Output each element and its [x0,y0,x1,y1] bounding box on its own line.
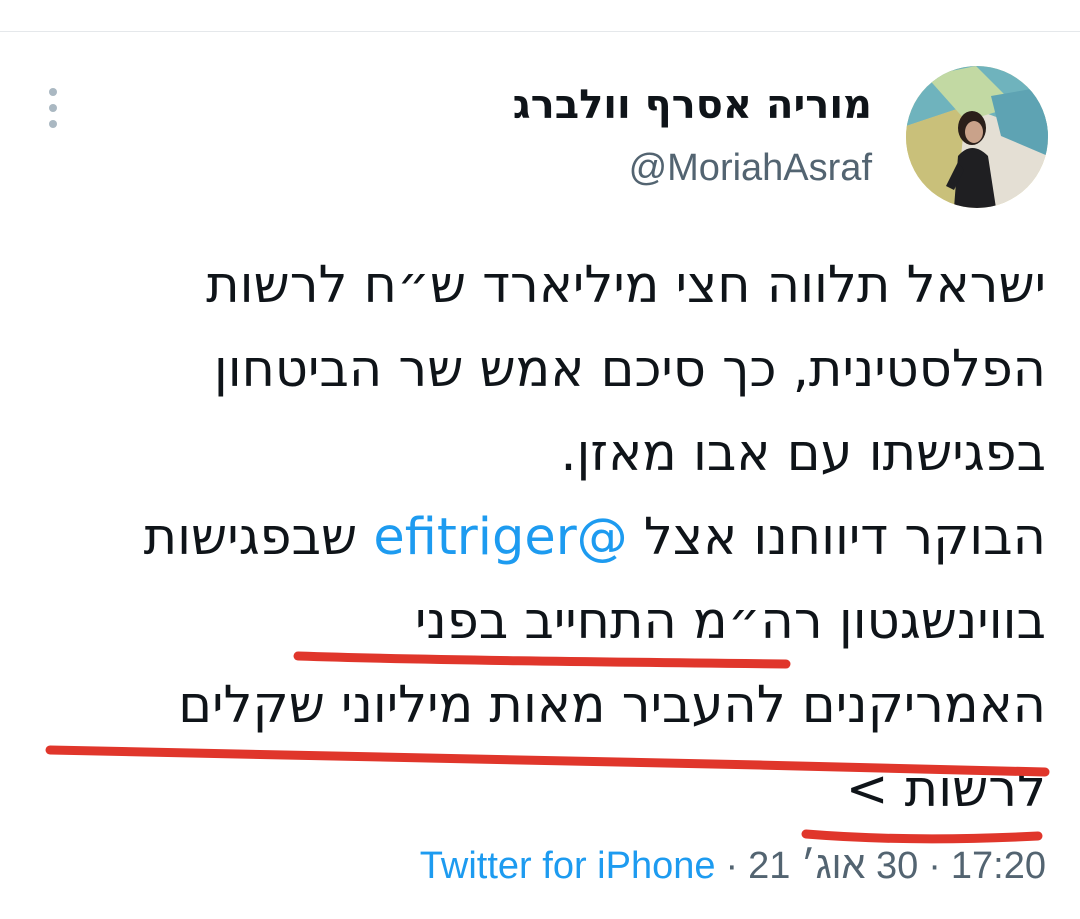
dot [49,120,57,128]
avatar-photo [906,66,1048,208]
tweet-text: ישראל תלווה חצי מיליארד ש״ח לרשות הפלסטי… [36,244,1046,832]
tweet-text-line: לרשות > [36,748,1046,832]
tweet-time[interactable]: 17:20 [951,845,1046,887]
tweet-detail: מוריה אסרף וולברג @MoriahAsraf ישראל תלו… [0,0,1080,919]
tweet-text-segment: הבוקר דיווחנו אצל [643,508,1046,567]
divider [0,31,1080,32]
tweet-metadata: 17:20·30 אוג׳ 21·Twitter for iPhone [420,840,1046,892]
tweet-text-line: הבוקר דיווחנו אצל @efitriger שבפגישות [36,496,1046,580]
tweet-text-segment: לרשות [904,760,1046,819]
tweet-text-line: ישראל תלווה חצי מיליארד ש״ח לרשות [206,256,1046,315]
tweet-date[interactable]: 30 אוג׳ 21 [748,845,918,887]
separator: · [725,845,739,887]
tweet-source-link[interactable]: Twitter for iPhone [420,845,716,887]
avatar[interactable] [906,66,1048,208]
show-more-link[interactable]: > [846,760,889,819]
tweet-text-line: הפלסטינית, כך סיכם אמש שר הביטחון [213,340,1046,399]
dot [49,104,57,112]
author-display-name[interactable]: מוריה אסרף וולברג [513,80,872,130]
dot [49,88,57,96]
mention-link[interactable]: @efitriger [373,508,627,567]
tweet-text-line: האמריקנים להעביר מאות מיליוני שקלים [178,676,1046,735]
tweet-text-segment: שבפגישות [143,508,358,567]
underline-stroke [801,829,1043,844]
separator: · [928,845,941,887]
tweet-text-line: בווינשגטון רה״מ התחייב בפני [415,592,1046,651]
author-handle[interactable]: @MoriahAsraf [629,144,872,192]
tweet-text-line: בפגישתו עם אבו מאזן. [560,424,1046,483]
more-vertical-icon[interactable] [38,88,68,128]
